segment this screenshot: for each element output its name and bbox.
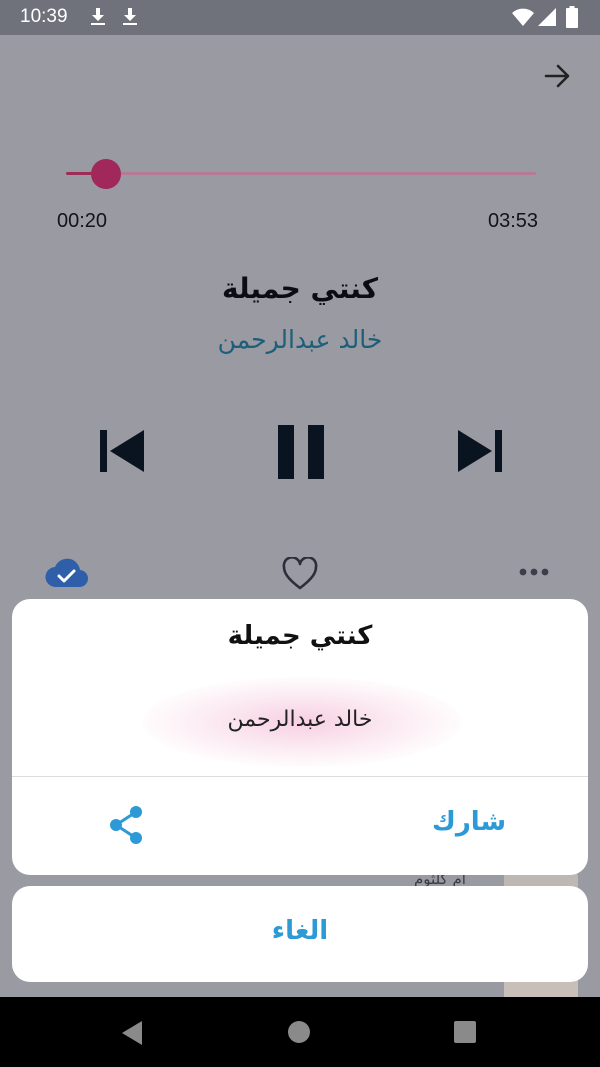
previous-icon[interactable] (100, 430, 146, 472)
nav-back-icon[interactable] (120, 1021, 144, 1045)
battery-icon (566, 6, 578, 28)
current-time: 00:20 (57, 210, 108, 232)
status-time: 10:39 (20, 6, 68, 27)
nav-recents-icon[interactable] (454, 1021, 476, 1043)
total-time: 03:53 (488, 210, 539, 232)
heart-icon[interactable] (282, 557, 318, 591)
share-icon[interactable] (108, 805, 144, 845)
signal-icon (538, 8, 556, 26)
divider (12, 776, 588, 777)
pause-icon[interactable] (276, 425, 326, 479)
download-icon (123, 8, 137, 25)
seek-bar[interactable] (66, 159, 536, 189)
navigation-bar (0, 997, 600, 1067)
nav-home-icon[interactable] (288, 1021, 310, 1043)
cancel-label: الغاء (271, 916, 329, 946)
more-icon[interactable] (518, 567, 550, 577)
cancel-button[interactable]: الغاء (12, 886, 588, 982)
download-icon (91, 8, 105, 25)
sheet-subtitle: خالد عبدالرحمن (227, 707, 373, 732)
song-artist[interactable]: خالد عبدالرحمن (0, 325, 600, 354)
wifi-icon (512, 8, 534, 26)
next-icon[interactable] (456, 430, 502, 472)
back-arrow-icon[interactable] (542, 60, 574, 92)
share-button[interactable]: شارك (432, 807, 506, 837)
status-bar: 10:39 (0, 0, 600, 35)
action-sheet: كنتي جميلة خالد عبدالرحمن شارك (12, 599, 588, 875)
seek-thumb[interactable] (91, 159, 121, 189)
song-title: كنتي جميلة (221, 272, 378, 305)
sheet-title: كنتي جميلة (227, 621, 373, 651)
cloud-check-icon[interactable] (44, 557, 90, 589)
